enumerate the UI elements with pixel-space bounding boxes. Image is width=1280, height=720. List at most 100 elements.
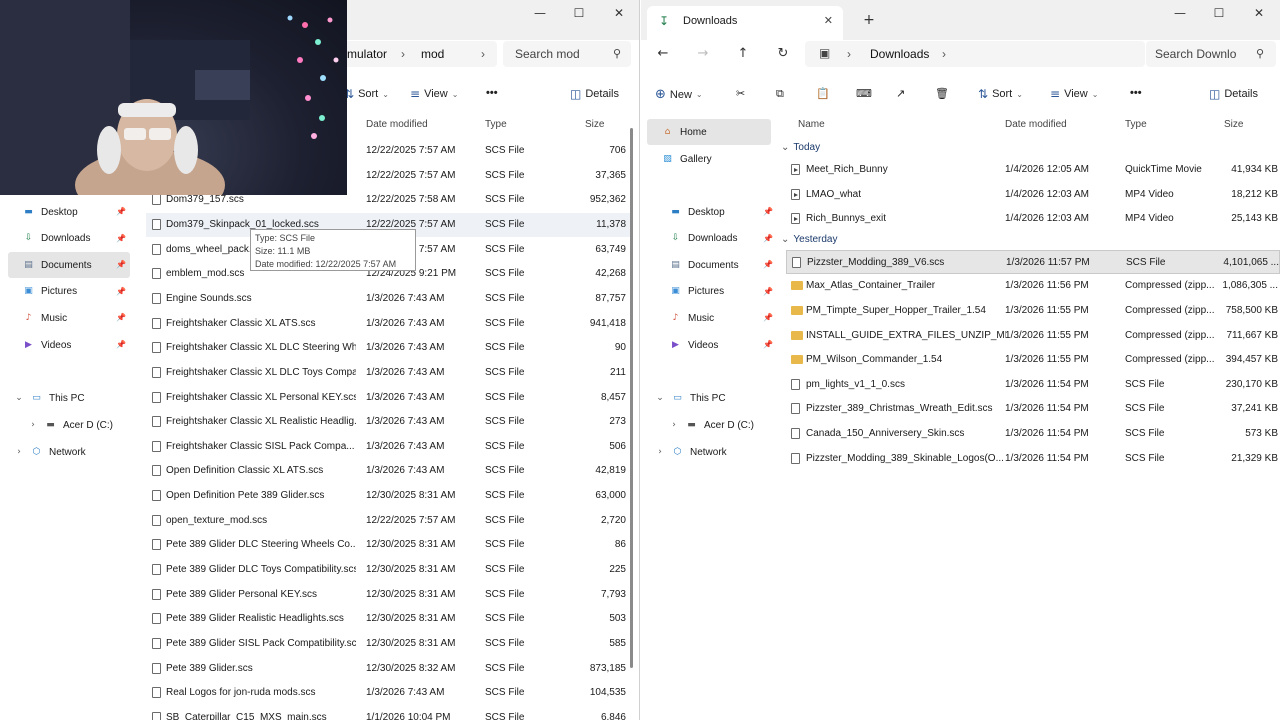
sidebar-item-network[interactable]: › ⬡ Network	[649, 439, 771, 465]
details-pane-button[interactable]: ◫ Details	[1209, 87, 1258, 101]
collapse-chevron-icon[interactable]: ⌄	[781, 142, 789, 153]
minimize-button[interactable]: —	[528, 6, 552, 22]
rename-icon[interactable]: ⌨	[856, 87, 872, 100]
back-button[interactable]: ←	[653, 46, 673, 62]
column-header-size[interactable]: Size	[585, 119, 604, 130]
file-row[interactable]: Pete 389 Glider DLC Steering Wheels Co..…	[146, 533, 632, 557]
collapse-chevron-icon[interactable]: ⌄	[781, 234, 789, 245]
file-row[interactable]: Engine Sounds.scs 1/3/2026 7:43 AM SCS Fil…	[146, 287, 632, 311]
file-row[interactable]: SB_Caterpillar_C15_MXS_main.scs 1/1/2026 …	[146, 706, 632, 720]
sidebar-item-desktop[interactable]: ▬ Desktop 📌	[655, 199, 777, 225]
column-header-size[interactable]: Size	[1224, 119, 1243, 130]
expand-chevron-icon[interactable]: ⌄	[655, 392, 665, 405]
sidebar-item-videos[interactable]: ▶ Videos 📌	[8, 332, 130, 358]
file-row[interactable]: PM_Wilson_Commander_1.54 1/3/2026 11:55 P…	[786, 348, 1280, 372]
refresh-button[interactable]: ↻	[773, 46, 793, 62]
file-row[interactable]: Pete 389 Glider Personal KEY.scs 12/30/20…	[146, 583, 632, 607]
file-row[interactable]: Meet_Rich_Bunny 1/4/2026 12:05 AM QuickTim…	[786, 158, 1280, 182]
file-row[interactable]: Freightshaker Classic XL ATS.scs 1/3/2026…	[146, 312, 632, 336]
file-row[interactable]: Pizzster_Modding_389_V6.scs 1/3/2026 11:5…	[786, 249, 1280, 274]
sidebar-item-gallery[interactable]: ▧ Gallery	[647, 146, 769, 172]
details-pane-button[interactable]: ◫ Details	[570, 87, 619, 101]
breadcrumb-item[interactable]: mulator	[347, 47, 387, 61]
sidebar-item-videos[interactable]: ▶ Videos 📌	[655, 332, 777, 358]
sidebar-item-desktop[interactable]: ▬ Desktop 📌	[8, 199, 130, 225]
search-input[interactable]: Search Downlo ⚲	[1146, 41, 1276, 67]
file-row[interactable]: Pete 389 Glider SISL Pack Compatibility.…	[146, 632, 632, 656]
file-row[interactable]: Freightshaker Classic XL Personal KEY.sc…	[146, 386, 632, 410]
sidebar-item-downloads[interactable]: ⇩ Downloads 📌	[655, 226, 777, 252]
cut-icon[interactable]: ✂	[736, 87, 745, 100]
sidebar-item-this-pc[interactable]: ⌄ ▭ This PC	[649, 385, 771, 411]
expand-chevron-icon[interactable]: ›	[655, 446, 665, 459]
breadcrumb-item[interactable]: Downloads	[870, 47, 929, 61]
file-row[interactable]: Rich_Bunnys_exit 1/4/2026 12:03 AM MP4 Vid…	[786, 207, 1280, 231]
delete-icon[interactable]: 🗑	[935, 87, 949, 100]
expand-chevron-icon[interactable]: ⌄	[14, 392, 24, 405]
sidebar-item-acer-d-c[interactable]: › ▬ Acer D (C:)	[22, 412, 144, 438]
close-window-button[interactable]: ✕	[1247, 6, 1271, 22]
sidebar-item-documents[interactable]: ▤ Documents 📌	[655, 252, 777, 278]
vertical-scrollbar[interactable]	[630, 128, 633, 668]
file-row[interactable]: Open Definition Pete 389 Glider.scs 12/30…	[146, 484, 632, 508]
sort-button[interactable]: ⇅ Sort ⌄	[344, 87, 389, 101]
view-button[interactable]: ≡ View ⌄	[410, 87, 458, 101]
more-options-button[interactable]: •••	[486, 87, 498, 99]
tab-downloads[interactable]: ↧ Downloads ✕	[647, 6, 843, 40]
group-header[interactable]: ⌄ Today	[781, 142, 820, 153]
address-bar[interactable]	[805, 41, 1145, 67]
forward-button[interactable]: →	[693, 46, 713, 62]
sidebar-item-downloads[interactable]: ⇩ Downloads 📌	[8, 226, 130, 252]
sidebar-item-home[interactable]: ⌂ Home	[647, 119, 771, 145]
file-row[interactable]: Pizzster_Modding_389_Skinable_Logos(O...…	[786, 447, 1280, 471]
sidebar-item-pictures[interactable]: ▣ Pictures 📌	[655, 279, 777, 305]
view-button[interactable]: ≡ View ⌄	[1050, 87, 1098, 101]
breadcrumb-item[interactable]: mod	[421, 47, 444, 61]
close-window-button[interactable]: ✕	[607, 6, 631, 22]
sidebar-item-documents[interactable]: ▤ Documents 📌	[8, 252, 130, 279]
sidebar-item-music[interactable]: ♪ Music 📌	[8, 305, 130, 331]
copy-icon[interactable]: ⧉	[776, 87, 784, 101]
file-row[interactable]: LMAO_what 1/4/2026 12:03 AM MP4 Video 18,21…	[786, 183, 1280, 207]
sidebar-item-pictures[interactable]: ▣ Pictures 📌	[8, 279, 130, 305]
file-row[interactable]: pm_lights_v1_1_0.scs 1/3/2026 11:54 PM SCS…	[786, 373, 1280, 397]
file-row[interactable]: Pizzster_389_Christmas_Wreath_Edit.scs 1/…	[786, 397, 1280, 421]
sidebar-item-network[interactable]: › ⬡ Network	[8, 439, 130, 465]
file-row[interactable]: Open Definition Classic XL ATS.scs 1/3/20…	[146, 459, 632, 483]
file-row[interactable]: Canada_150_Anniversery_Skin.scs 1/3/2026 …	[786, 422, 1280, 446]
breadcrumb-chevron-icon[interactable]: ›	[942, 47, 946, 61]
new-button[interactable]: ⊕ New ⌄	[655, 87, 703, 102]
more-options-button[interactable]: •••	[1130, 87, 1142, 99]
column-header-date[interactable]: Date modified	[1005, 119, 1067, 130]
sidebar-item-this-pc[interactable]: ⌄ ▭ This PC	[8, 385, 130, 411]
file-row[interactable]: Max_Atlas_Container_Trailer 1/3/2026 11:5…	[786, 274, 1280, 298]
new-tab-button[interactable]: +	[857, 12, 881, 28]
file-row[interactable]: Freightshaker Classic XL DLC Steering Wh…	[146, 336, 632, 360]
file-row[interactable]: Pete 389 Glider.scs 12/30/2025 8:32 AM SCS…	[146, 657, 632, 681]
file-row[interactable]: open_texture_mod.scs 12/22/2025 7:57 AM SC…	[146, 509, 632, 533]
share-icon[interactable]: ↗	[896, 87, 905, 100]
minimize-button[interactable]: —	[1168, 6, 1192, 22]
expand-chevron-icon[interactable]: ›	[28, 419, 38, 432]
column-header-name[interactable]: Name	[798, 119, 825, 130]
search-input[interactable]: Search mod ⚲	[503, 41, 631, 67]
column-header-type[interactable]: Type	[1125, 119, 1147, 130]
breadcrumb-chevron-icon[interactable]: ›	[481, 47, 485, 61]
sort-button[interactable]: ⇅ Sort ⌄	[978, 87, 1023, 101]
file-row[interactable]: Pete 389 Glider DLC Toys Compatibility.s…	[146, 558, 632, 582]
up-button[interactable]: ↑	[733, 46, 753, 62]
file-row[interactable]: Real Logos for jon-ruda mods.scs 1/3/2026…	[146, 681, 632, 705]
column-header-type[interactable]: Type	[485, 119, 507, 130]
file-row[interactable]: Freightshaker Classic XL DLC Toys Compa.…	[146, 361, 632, 385]
paste-icon[interactable]: 📋	[816, 87, 830, 100]
group-header[interactable]: ⌄ Yesterday	[781, 234, 838, 245]
file-row[interactable]: Freightshaker Classic SISL Pack Compa...…	[146, 435, 632, 459]
expand-chevron-icon[interactable]: ›	[669, 419, 679, 432]
file-row[interactable]: PM_Timpte_Super_Hopper_Trailer_1.54 1/3/2…	[786, 299, 1280, 323]
file-row[interactable]: Freightshaker Classic XL Realistic Headl…	[146, 410, 632, 434]
maximize-button[interactable]: ☐	[1207, 6, 1231, 22]
close-tab-icon[interactable]: ✕	[824, 14, 833, 27]
sidebar-item-music[interactable]: ♪ Music 📌	[655, 305, 777, 331]
file-row[interactable]: Pete 389 Glider Realistic Headlights.scs…	[146, 607, 632, 631]
sidebar-item-acer-d-c[interactable]: › ▬ Acer D (C:)	[663, 412, 785, 438]
